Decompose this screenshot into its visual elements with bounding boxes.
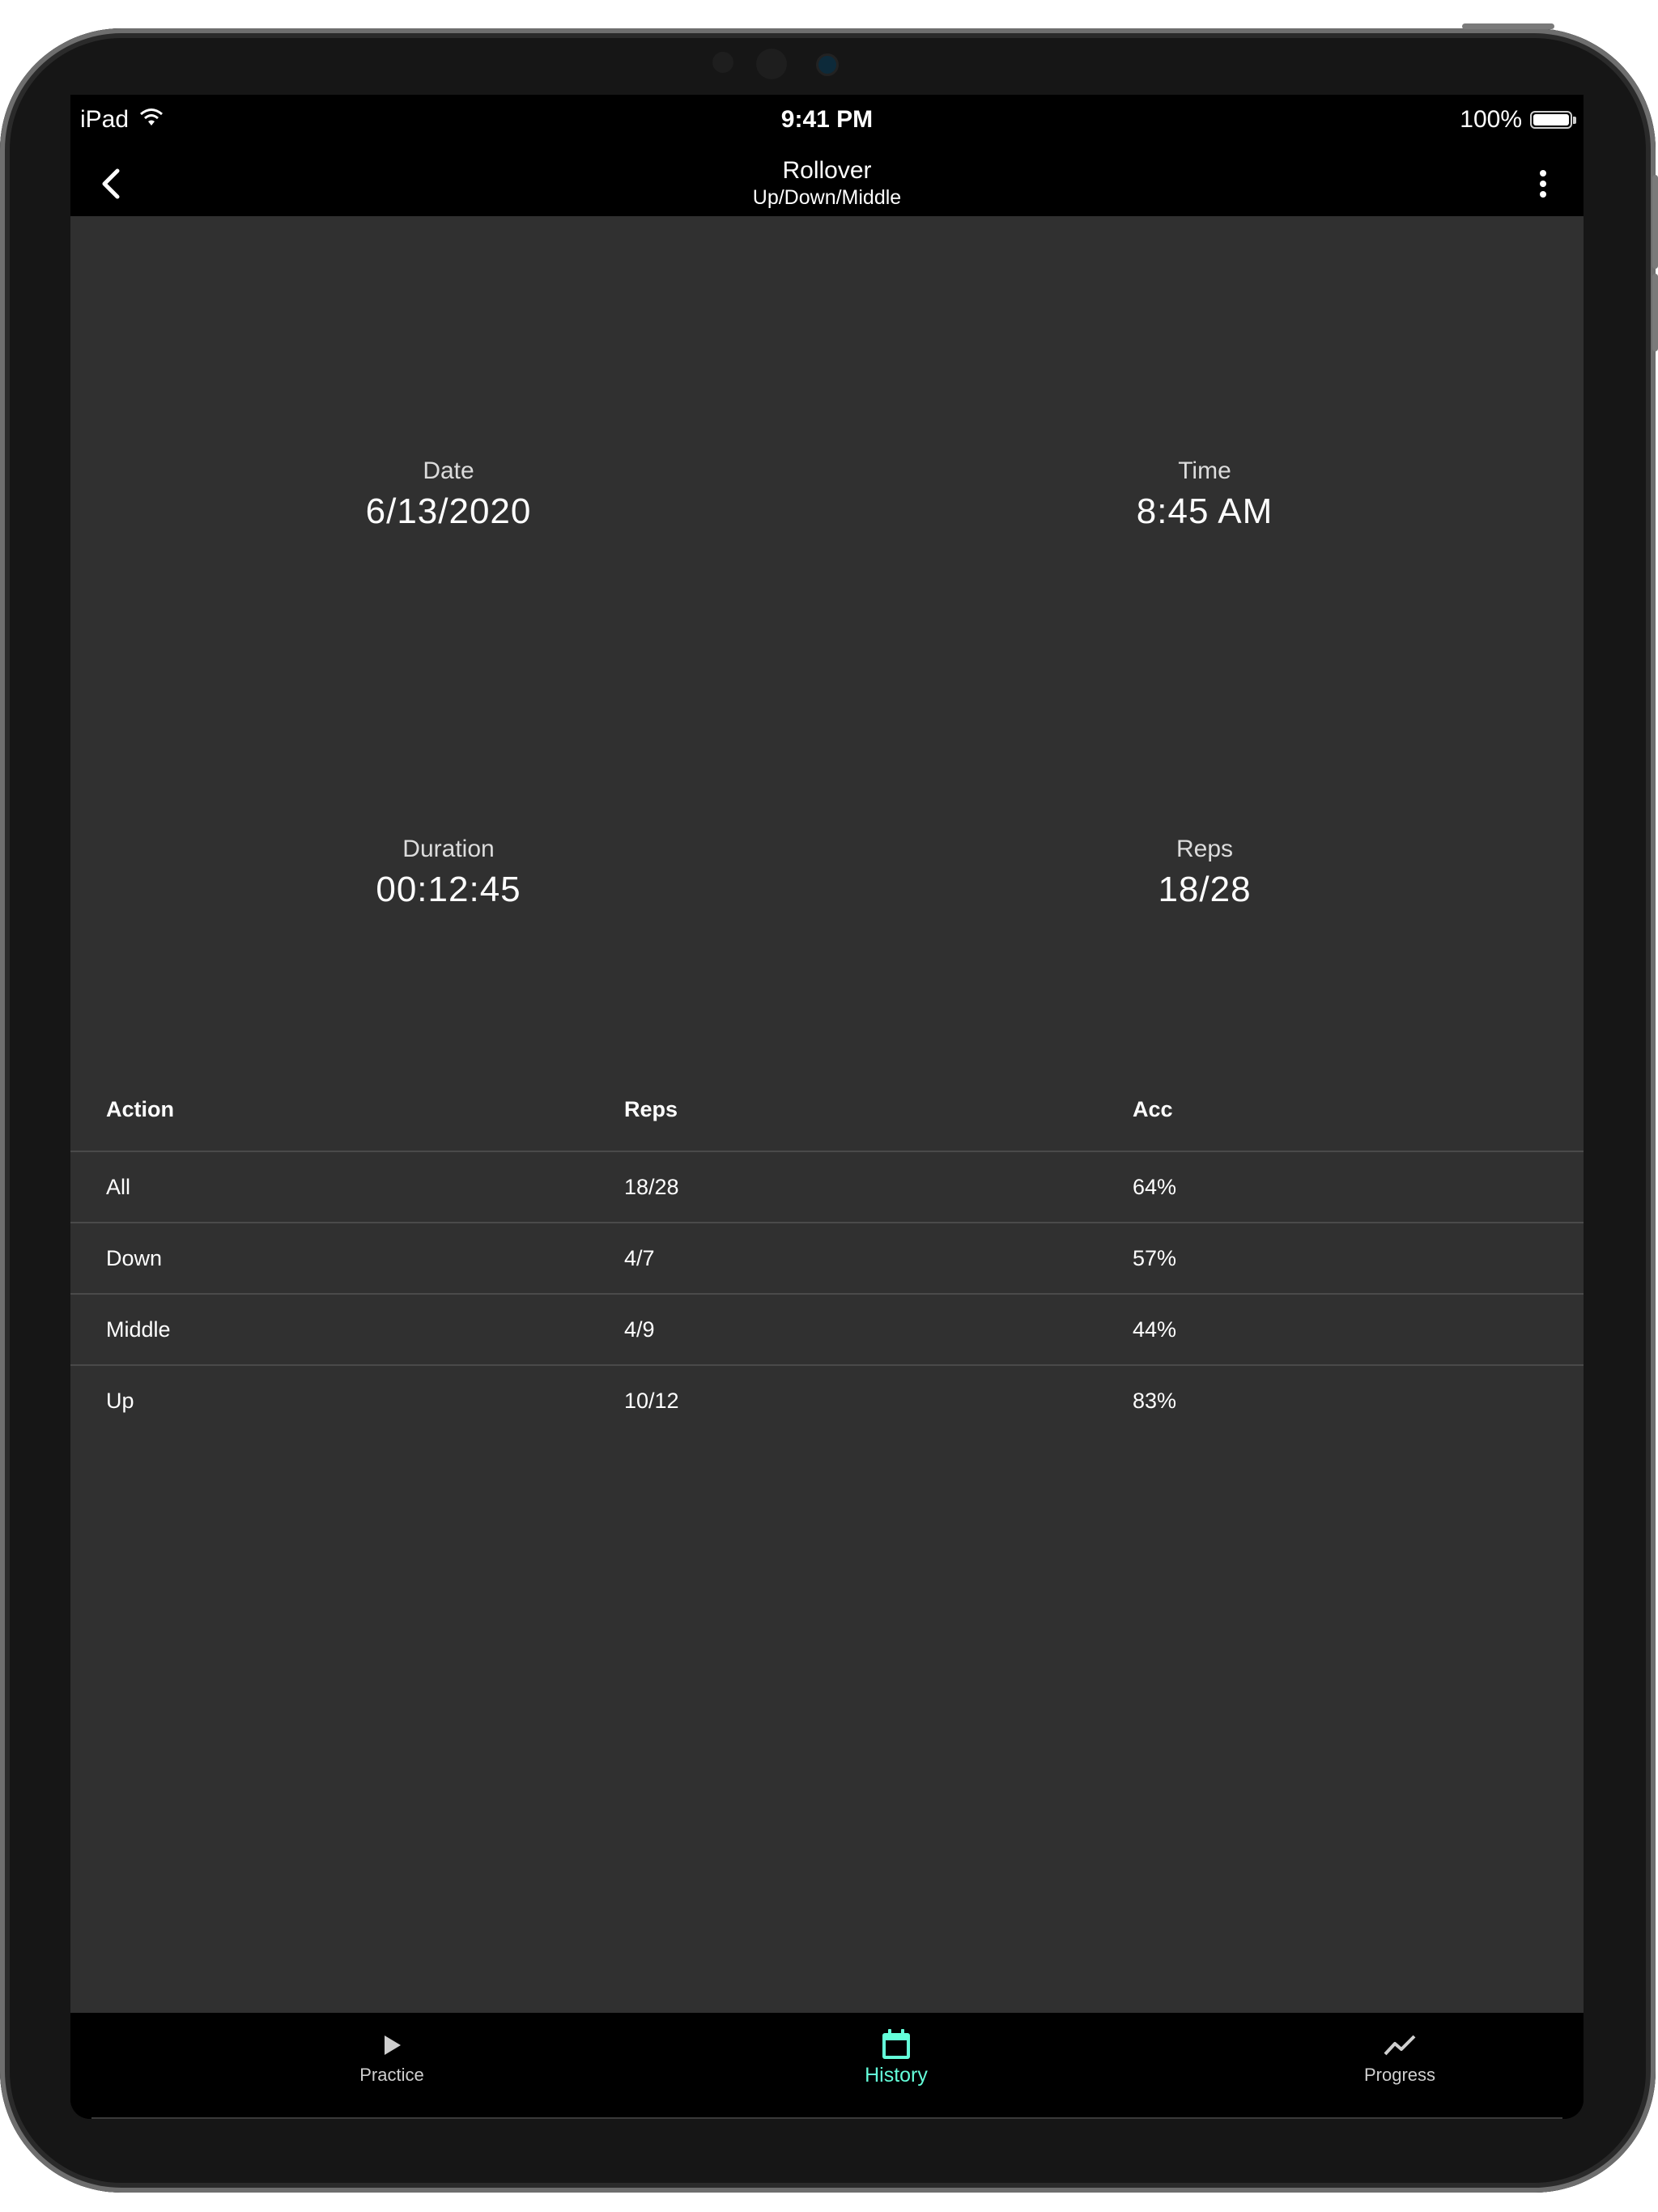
reps-cell: 18/28 — [624, 1151, 1133, 1223]
battery-percent: 100% — [1460, 106, 1522, 133]
reps-label: Reps — [1175, 836, 1234, 862]
nav-progress[interactable]: Progress — [1148, 2013, 1584, 2102]
action-cell: Up — [106, 1388, 134, 1413]
camera-lens — [816, 53, 839, 76]
app-bar: Rollover Up/Down/Middle — [70, 150, 1584, 216]
reps-cell: 4/9 — [624, 1294, 1133, 1366]
date-value: 6/13/2020 — [365, 491, 532, 531]
acc-cell: 83% — [1133, 1388, 1177, 1413]
top-button — [1462, 23, 1554, 29]
page-subtitle: Up/Down/Middle — [752, 186, 902, 209]
home-indicator — [91, 2117, 1562, 2119]
status-time: 9:41 PM — [780, 106, 874, 133]
table-row: Middle 4/9 44% — [70, 1294, 1584, 1366]
duration-label: Duration — [402, 836, 495, 862]
nav-practice-label: Practice — [359, 2065, 424, 2085]
date-stat: Date 6/13/2020 — [70, 455, 827, 536]
table-row: All 18/28 64% — [70, 1151, 1584, 1223]
front-camera — [756, 49, 787, 79]
acc-cell: 44% — [1133, 1294, 1584, 1366]
acc-cell: 57% — [1133, 1223, 1584, 1295]
page-title: Rollover — [782, 157, 872, 184]
table-header-row: Action Reps Acc — [70, 1069, 1584, 1152]
volume-down-button — [1652, 274, 1658, 351]
volume-up-button — [1652, 175, 1658, 269]
camera-sensor — [712, 52, 733, 73]
acc-cell: 64% — [1133, 1151, 1584, 1223]
title-block: Rollover Up/Down/Middle — [70, 156, 1584, 210]
trend-line-icon — [1384, 2035, 1416, 2056]
more-vert-icon — [1540, 170, 1546, 198]
nav-progress-label: Progress — [1363, 2065, 1436, 2085]
table-row: Down 4/7 57% — [70, 1223, 1584, 1295]
duration-value: 00:12:45 — [376, 870, 521, 909]
status-bar: iPad 9:41 PM 100% — [70, 95, 1584, 150]
action-breakdown-table: Action Reps Acc All 18/28 64% Down 4/7 5… — [70, 1069, 1584, 1436]
time-label: Time — [1178, 457, 1231, 484]
time-stat: Time 8:45 AM — [827, 455, 1583, 536]
reps-stat: Reps 18/28 — [827, 833, 1583, 914]
screen: iPad 9:41 PM 100% Rollover Up/Down/Middl… — [70, 95, 1584, 2119]
reps-value: 18/28 — [1158, 870, 1252, 909]
calendar-icon — [882, 2028, 910, 2059]
nav-history-label: History — [865, 2063, 928, 2087]
session-detail: Date 6/13/2020 Time 8:45 AM Duration 00:… — [70, 216, 1584, 2080]
action-cell: Middle — [70, 1294, 624, 1366]
header-reps: Reps — [624, 1069, 1133, 1152]
play-icon — [385, 2035, 401, 2055]
battery-icon — [1530, 111, 1576, 129]
header-action: Action — [70, 1069, 624, 1152]
reps-cell: 4/7 — [624, 1223, 1133, 1295]
duration-stat: Duration 00:12:45 — [70, 833, 827, 914]
header-acc: Acc — [1133, 1069, 1584, 1152]
time-value: 8:45 AM — [1136, 491, 1273, 531]
overflow-menu-button[interactable] — [1520, 161, 1566, 206]
nav-history[interactable]: History — [644, 2013, 1148, 2102]
date-label: Date — [423, 457, 474, 484]
reps-cell: 10/12 — [624, 1388, 679, 1413]
nav-practice[interactable]: Practice — [140, 2013, 644, 2102]
action-cell: Down — [70, 1223, 624, 1295]
action-cell: All — [70, 1151, 624, 1223]
table-row: Up 10/12 83% — [70, 1365, 1584, 1436]
bottom-navigation: Practice History Progress — [70, 2013, 1584, 2119]
